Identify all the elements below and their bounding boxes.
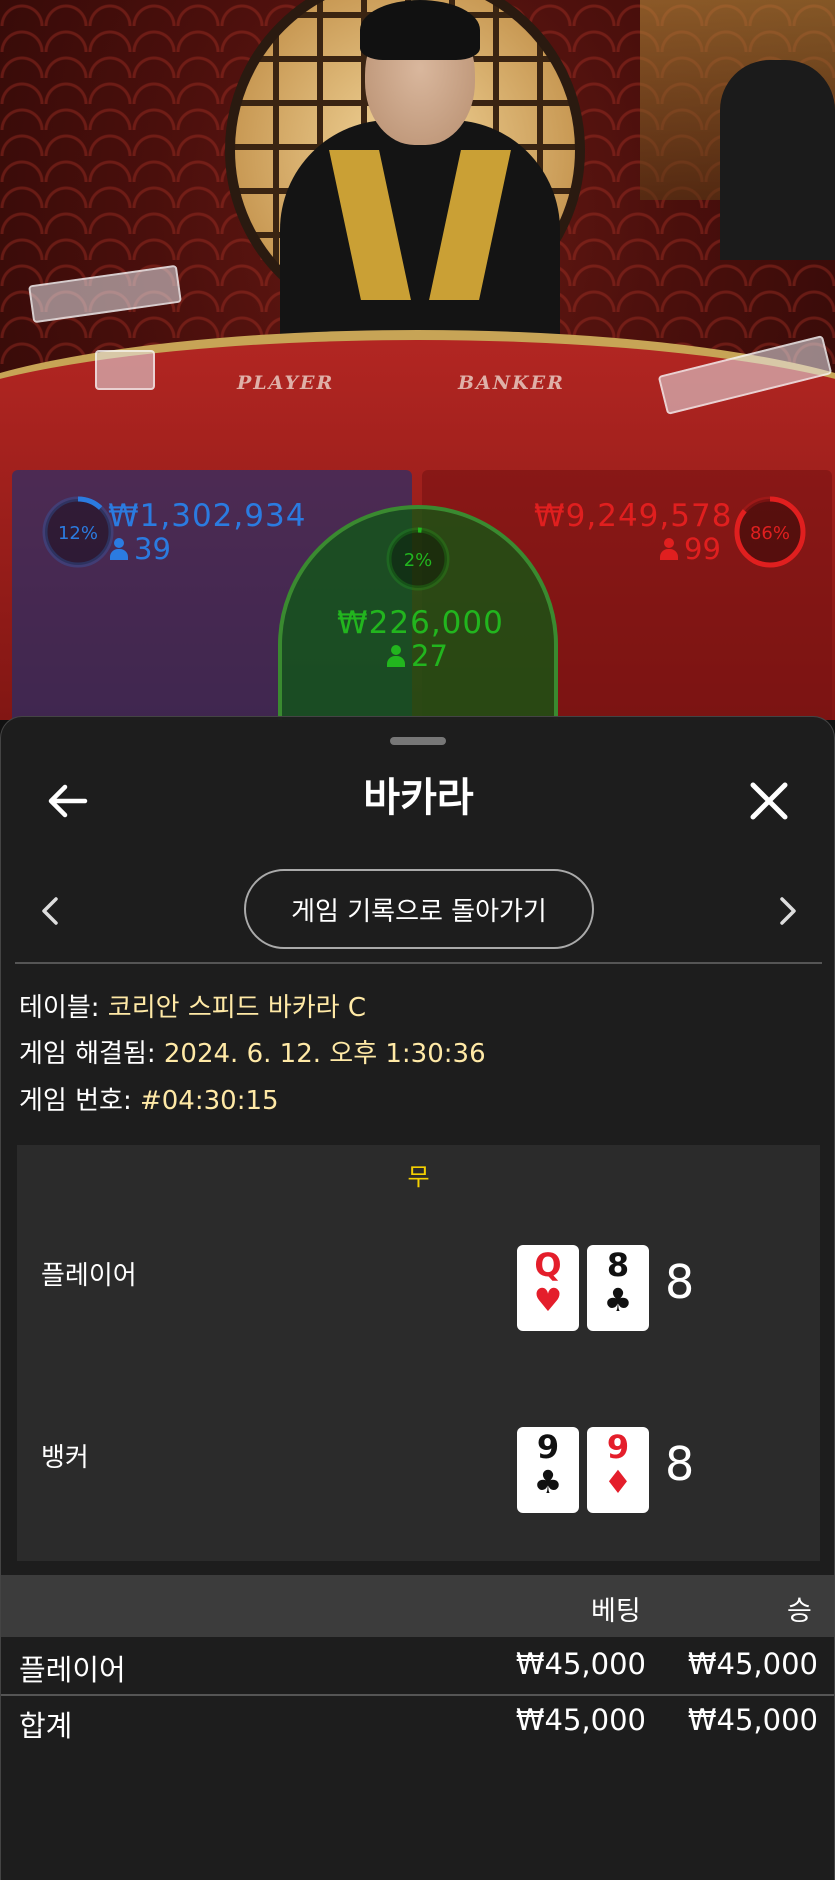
tie-percent-ring: 2% bbox=[386, 527, 450, 591]
card-rank: Q bbox=[534, 1246, 562, 1284]
tie-bettor-count: 27 bbox=[387, 639, 448, 673]
row-label: 플레이어 bbox=[19, 1653, 126, 1687]
player-score: 8 bbox=[665, 1255, 695, 1309]
row-win: ₩45,000 bbox=[687, 1647, 818, 1681]
total-win: ₩45,000 bbox=[687, 1703, 818, 1737]
club-suit-icon: ♣ bbox=[533, 1463, 563, 1501]
card-rank: 9 bbox=[606, 1428, 630, 1466]
card-rank: 9 bbox=[536, 1428, 560, 1466]
player-hand-label: 플레이어 bbox=[41, 1261, 137, 1291]
close-icon bbox=[750, 782, 788, 820]
discard-tray bbox=[95, 350, 155, 390]
total-label: 합계 bbox=[19, 1709, 73, 1743]
game-number-label: 게임 번호: bbox=[19, 1086, 140, 1116]
divider bbox=[15, 962, 822, 964]
result-outcome: 무 bbox=[407, 1163, 430, 1191]
header-win: 승 bbox=[787, 1596, 812, 1627]
felt-player-text: PLAYER bbox=[237, 372, 335, 394]
diamond-suit-icon: ♦ bbox=[603, 1463, 633, 1501]
live-video-feed: PLAYER BANKER 12% ₩1,302,934 39 ₩9,249,5… bbox=[0, 0, 835, 720]
person-icon bbox=[387, 645, 405, 667]
resolved-info: 게임 해결됨: 2024. 6. 12. 오후 1:30:36 bbox=[19, 1033, 486, 1070]
sheet-drag-handle[interactable] bbox=[390, 737, 446, 745]
bets-table-header: 베팅 승 bbox=[1, 1575, 834, 1637]
tie-percent-label: 2% bbox=[404, 550, 433, 571]
banker-percent-label: 86% bbox=[750, 523, 790, 544]
banker-card-1: 9 ♣ bbox=[517, 1427, 579, 1513]
close-button[interactable] bbox=[739, 771, 799, 831]
heart-suit-icon: ♥ bbox=[533, 1281, 563, 1319]
table-info-value: 코리안 스피드 바카라 C bbox=[107, 993, 367, 1023]
person-icon bbox=[660, 538, 678, 560]
chevron-right-icon bbox=[780, 897, 796, 925]
table-info-label: 테이블: bbox=[19, 993, 108, 1023]
banker-bettor-number: 99 bbox=[684, 532, 721, 566]
banker-hand-label: 뱅커 bbox=[41, 1443, 89, 1473]
player-bet-amount: ₩1,302,934 bbox=[108, 498, 307, 534]
table-info: 테이블: 코리안 스피드 바카라 C bbox=[19, 987, 366, 1024]
sheet-title: 바카라 bbox=[363, 775, 474, 821]
player-percent-ring: 12% bbox=[42, 496, 114, 568]
next-game-button[interactable] bbox=[767, 891, 807, 931]
resolved-info-label: 게임 해결됨: bbox=[19, 1039, 164, 1069]
dealer-hair bbox=[360, 0, 480, 60]
player-card-1: Q ♥ bbox=[517, 1245, 579, 1331]
player-bettor-count: 39 bbox=[110, 532, 171, 566]
header-bet: 베팅 bbox=[591, 1596, 641, 1627]
card-rank: 8 bbox=[606, 1246, 630, 1284]
player-card-2: 8 ♣ bbox=[587, 1245, 649, 1331]
chevron-left-icon bbox=[42, 897, 58, 925]
tie-bettor-number: 27 bbox=[411, 639, 448, 673]
game-detail-sheet: 바카라 게임 기록으로 돌아가기 테이블: 코리안 스피드 바카라 C 게임 해… bbox=[0, 716, 835, 1880]
banker-card-2: 9 ♦ bbox=[587, 1427, 649, 1513]
player-bettor-number: 39 bbox=[134, 532, 171, 566]
felt-banker-text: BANKER bbox=[458, 372, 565, 394]
banker-percent-ring: 86% bbox=[734, 496, 806, 568]
player-percent-label: 12% bbox=[58, 523, 98, 544]
total-bet: ₩45,000 bbox=[515, 1703, 646, 1737]
game-number-value: #04:30:15 bbox=[139, 1086, 279, 1116]
previous-game-button[interactable] bbox=[31, 891, 71, 931]
banker-bet-amount: ₩9,249,578 bbox=[534, 498, 733, 534]
back-to-history-button[interactable]: 게임 기록으로 돌아가기 bbox=[244, 869, 594, 949]
background-person bbox=[720, 60, 835, 260]
tie-bet-amount: ₩226,000 bbox=[337, 605, 504, 641]
row-bet: ₩45,000 bbox=[515, 1647, 646, 1681]
table-row: 플레이어 ₩45,000 ₩45,000 bbox=[1, 1637, 834, 1693]
banker-bettor-count: 99 bbox=[660, 532, 721, 566]
game-result-panel: 무 플레이어 Q ♥ 8 ♣ 8 뱅커 9 ♣ 9 ♦ 8 bbox=[17, 1145, 820, 1561]
resolved-info-value: 2024. 6. 12. 오후 1:30:36 bbox=[163, 1039, 486, 1069]
total-row: 합계 ₩45,000 ₩45,000 bbox=[1, 1693, 834, 1749]
banker-score: 8 bbox=[665, 1437, 695, 1491]
person-icon bbox=[110, 538, 128, 560]
game-number-info: 게임 번호: #04:30:15 bbox=[19, 1080, 279, 1117]
club-suit-icon: ♣ bbox=[603, 1281, 633, 1319]
